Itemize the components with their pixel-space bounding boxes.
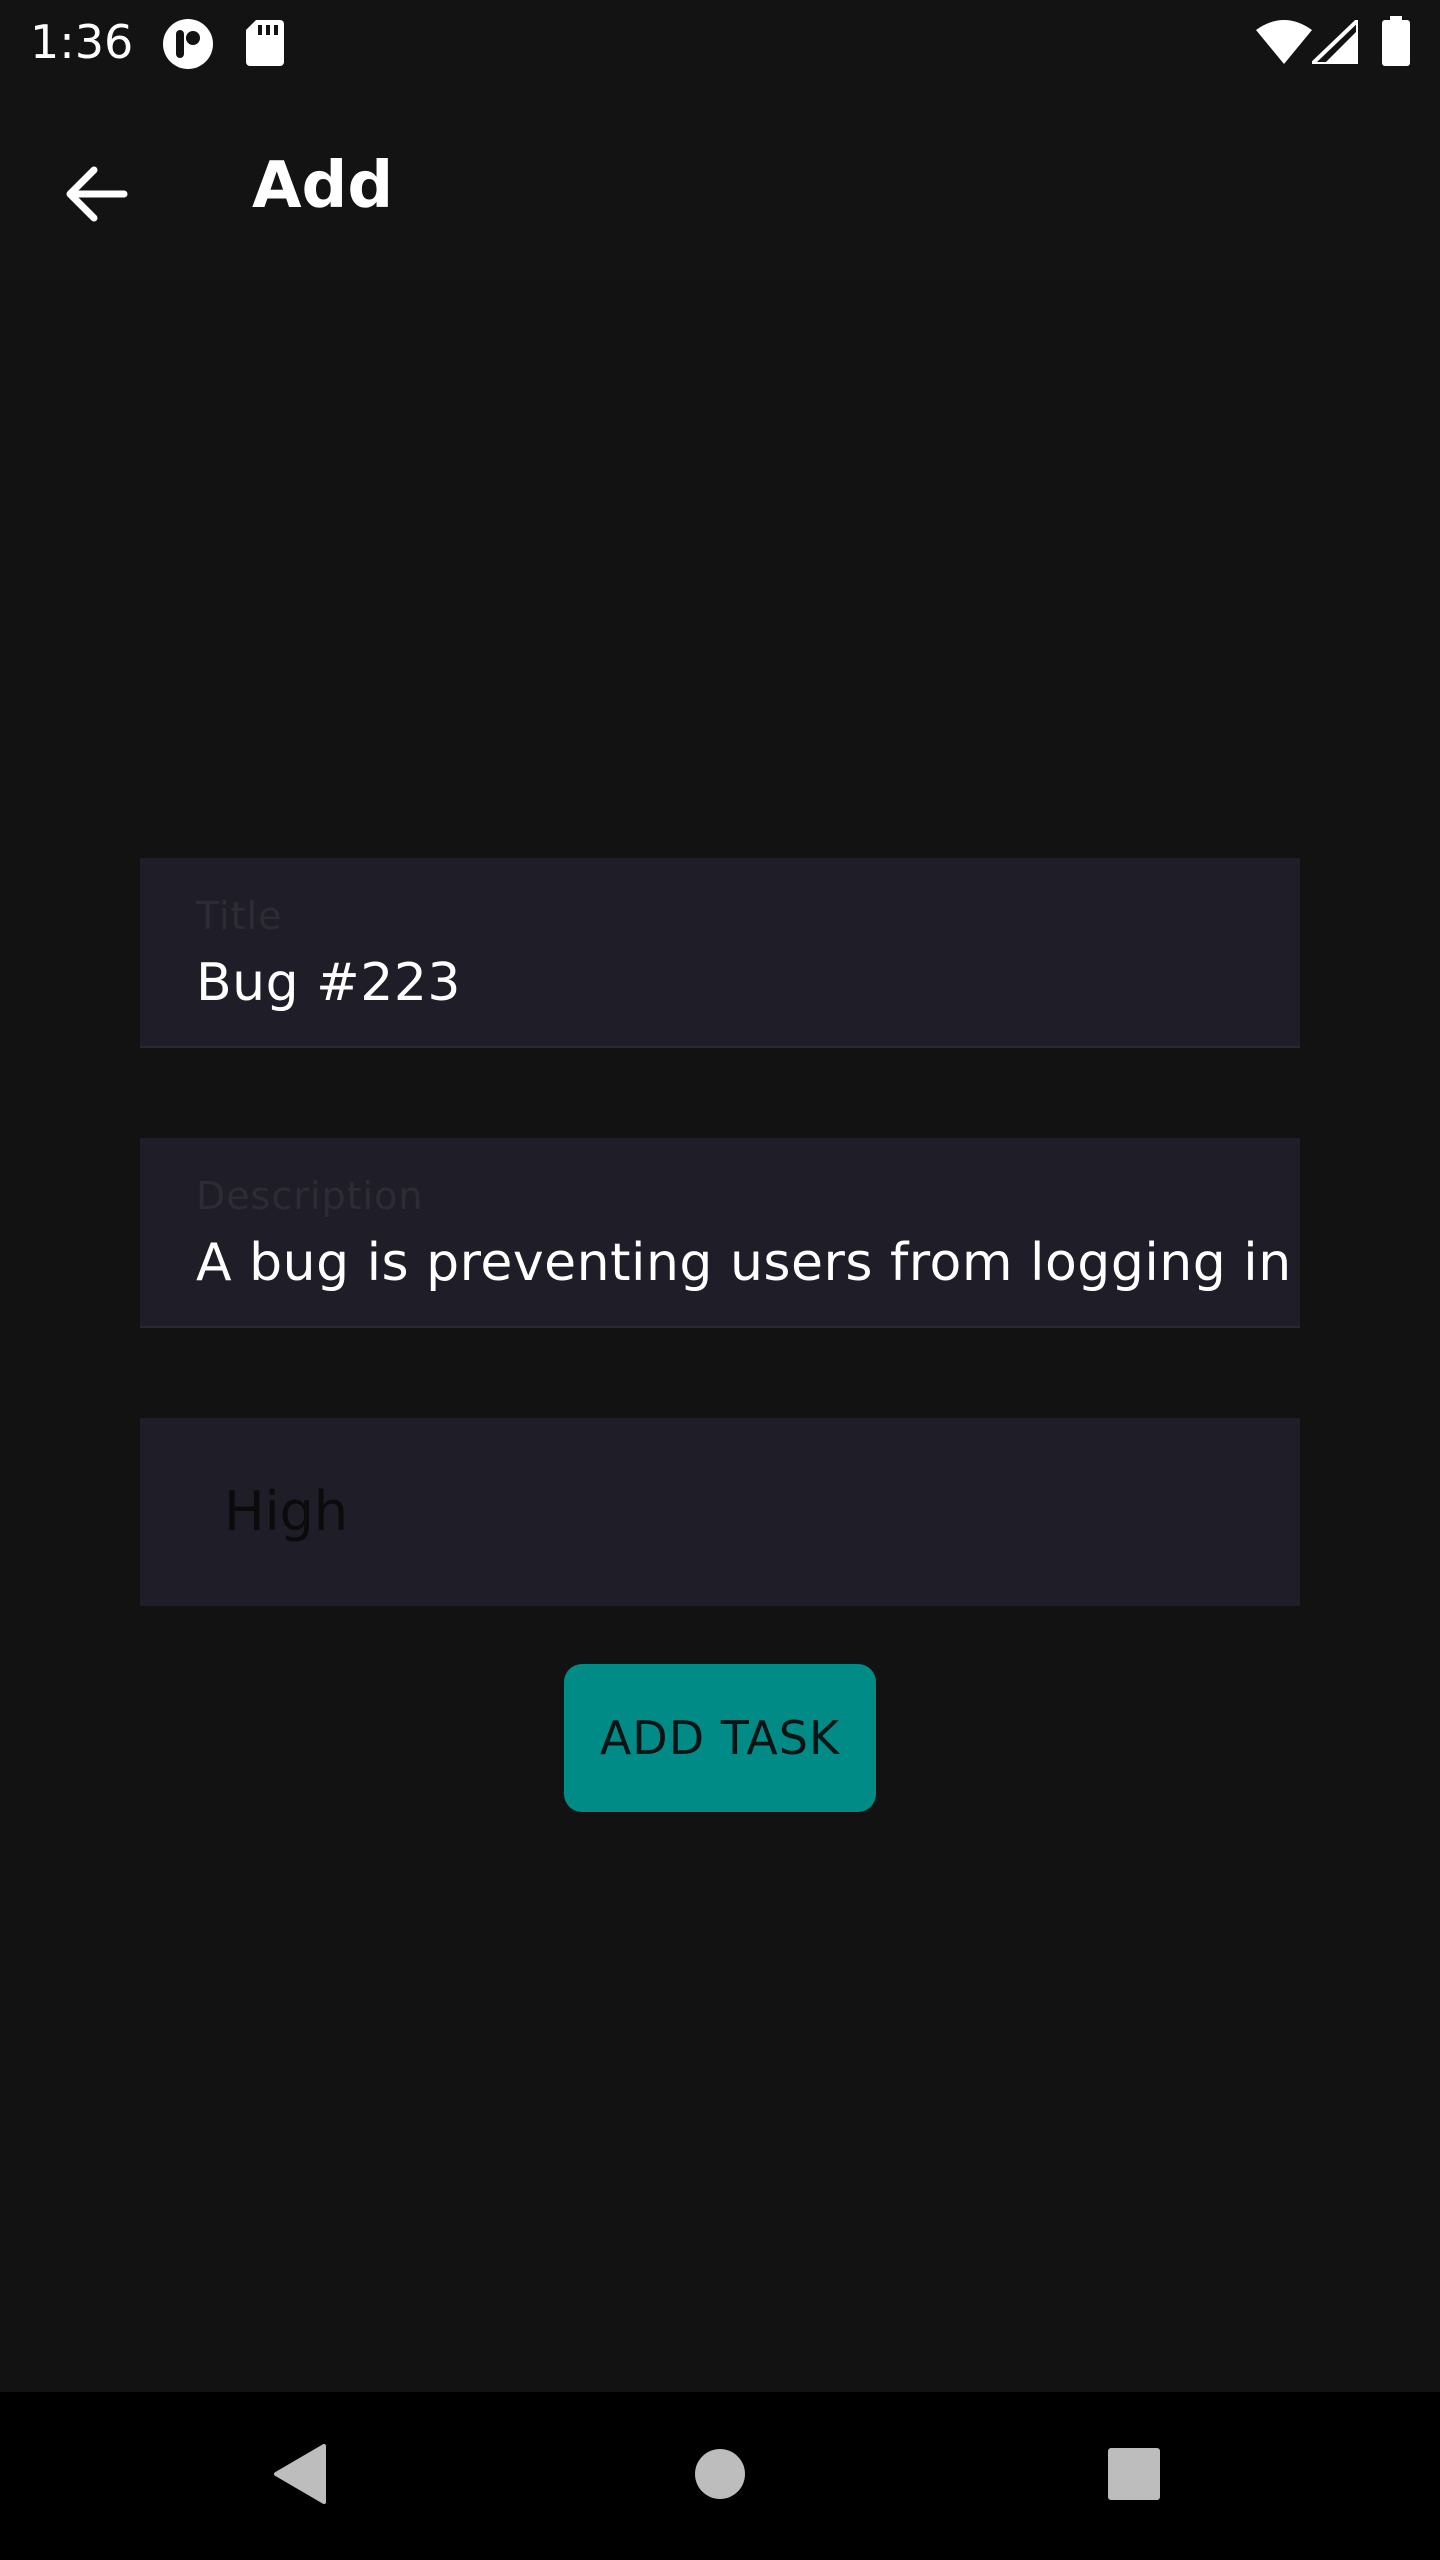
add-task-button[interactable]: ADD TASK bbox=[564, 1664, 876, 1812]
title-field[interactable]: Title Bug #223 bbox=[140, 858, 1300, 1048]
signal-icon bbox=[1307, 15, 1360, 68]
description-field[interactable]: Description A bug is preventing users fr… bbox=[140, 1138, 1300, 1328]
back-button[interactable] bbox=[40, 140, 152, 252]
description-input[interactable]: A bug is preventing users from logging i… bbox=[196, 1232, 1292, 1294]
title-input[interactable]: Bug #223 bbox=[196, 952, 461, 1014]
sd-card-icon bbox=[246, 20, 284, 70]
back-triangle-icon bbox=[272, 2444, 328, 2508]
arrow-back-icon bbox=[64, 164, 128, 228]
battery-icon bbox=[1382, 16, 1410, 70]
notification-app-icon bbox=[162, 18, 214, 74]
nav-home-button[interactable] bbox=[660, 2416, 780, 2536]
app-bar: Add bbox=[0, 84, 1440, 280]
priority-dropdown[interactable]: High bbox=[140, 1418, 1300, 1606]
wifi-icon bbox=[1256, 20, 1312, 68]
recents-square-icon bbox=[1108, 2448, 1160, 2504]
add-task-screen: 1:36 Add Title Bug #223 Description A bu… bbox=[0, 0, 1440, 2560]
status-bar: 1:36 bbox=[0, 0, 1440, 84]
home-circle-icon bbox=[694, 2448, 746, 2504]
description-field-label: Description bbox=[196, 1174, 424, 1218]
status-time: 1:36 bbox=[30, 15, 134, 69]
priority-selected-value: High bbox=[224, 1480, 349, 1543]
title-field-label: Title bbox=[196, 894, 283, 938]
nav-back-button[interactable] bbox=[240, 2416, 360, 2536]
system-nav-bar bbox=[0, 2392, 1440, 2560]
page-title: Add bbox=[252, 149, 394, 223]
nav-recents-button[interactable] bbox=[1074, 2416, 1194, 2536]
